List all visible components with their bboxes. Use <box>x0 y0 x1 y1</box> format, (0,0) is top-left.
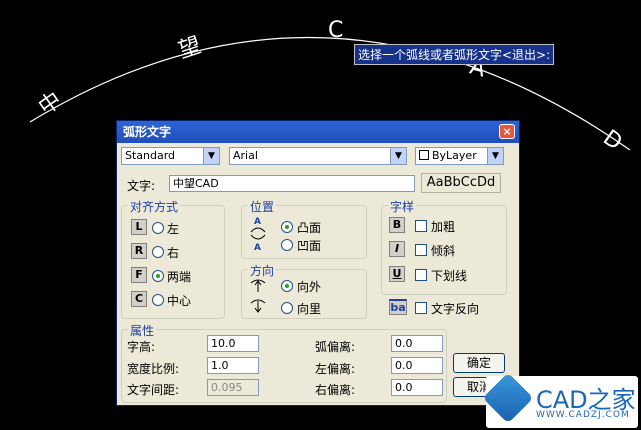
reverse-text-checkbox[interactable] <box>415 302 427 314</box>
chevron-down-icon[interactable]: ▼ <box>203 148 219 164</box>
concave-icon: A <box>250 234 266 251</box>
color-swatch-icon <box>419 150 429 160</box>
right-offset-label: 右偏离: <box>315 383 356 397</box>
left-offset-label: 左偏离: <box>315 362 356 376</box>
font-preview: AaBbCcDd <box>421 173 501 193</box>
cadzj-logo-icon <box>482 372 534 424</box>
convex-label: 凸面 <box>297 221 322 235</box>
cadzj-watermark: CAD之家 WWW.CADZJ.COM <box>482 372 638 428</box>
concave-label: 凹面 <box>297 239 322 253</box>
left-offset-input[interactable]: 0.0 <box>391 357 443 374</box>
ok-button[interactable]: 确定 <box>453 353 505 373</box>
width-ratio-input[interactable]: 1.0 <box>207 357 259 374</box>
text-height-input[interactable]: 10.0 <box>207 335 259 352</box>
arc-offset-label: 弧偏离: <box>315 340 356 354</box>
arc-text-dialog: 弧形文字 × Standard ▼ Arial ▼ ByLayer ▼ 文字: … <box>116 120 520 406</box>
convex-radio[interactable] <box>281 221 293 233</box>
text-label: 文字: <box>127 179 156 193</box>
text-height-label: 字高: <box>127 340 156 354</box>
arc-offset-input[interactable]: 0.0 <box>391 335 443 352</box>
outward-label: 向外 <box>297 280 322 294</box>
bold-label: 加粗 <box>431 220 456 234</box>
right-offset-input[interactable]: 0.0 <box>391 379 443 396</box>
align-left-radio[interactable] <box>152 222 164 234</box>
color-combo[interactable]: ByLayer ▼ <box>415 147 504 165</box>
font-style-group-title: 字样 <box>388 198 417 215</box>
position-group-title: 位置 <box>248 198 277 215</box>
align-group-title: 对齐方式 <box>128 198 181 215</box>
font-value: Arial <box>233 149 258 162</box>
align-center-label: 中心 <box>167 294 192 308</box>
align-left-label: 左 <box>167 222 180 236</box>
font-combo[interactable]: Arial ▼ <box>229 147 407 165</box>
svg-text:A: A <box>254 217 261 227</box>
dialog-titlebar[interactable]: 弧形文字 × <box>117 121 519 143</box>
command-prompt-tooltip: 选择一个弧线或者弧形文字<退出>: <box>354 44 555 65</box>
svg-text:A: A <box>254 243 261 251</box>
width-ratio-label: 宽度比例: <box>127 362 180 376</box>
inward-label: 向里 <box>297 302 322 316</box>
outward-icon <box>250 279 266 292</box>
inward-radio[interactable] <box>281 302 293 314</box>
align-fit-radio[interactable] <box>152 270 164 282</box>
align-center-icon: C <box>131 291 147 307</box>
align-fit-label: 两端 <box>167 270 192 284</box>
italic-icon: I <box>389 241 405 257</box>
text-style-combo[interactable]: Standard ▼ <box>121 147 220 165</box>
watermark-url: WWW.CADZJ.COM <box>536 410 630 420</box>
concave-radio[interactable] <box>281 239 293 251</box>
convex-icon: A <box>250 217 266 233</box>
align-fit-icon: F <box>131 267 147 283</box>
align-right-icon: R <box>131 243 147 259</box>
reverse-text-icon: ba <box>389 299 407 315</box>
underline-checkbox[interactable] <box>415 269 427 281</box>
align-center-radio[interactable] <box>152 294 164 306</box>
bold-icon: B <box>389 217 405 233</box>
dialog-title: 弧形文字 <box>123 125 172 139</box>
underline-icon: U <box>389 266 405 282</box>
color-value: ByLayer <box>432 149 477 162</box>
spacing-input: 0.095 <box>207 379 259 396</box>
arc-char-3: C <box>328 18 344 43</box>
reverse-text-label: 文字反向 <box>431 302 480 316</box>
underline-label: 下划线 <box>431 269 468 283</box>
chevron-down-icon[interactable]: ▼ <box>390 148 406 164</box>
italic-label: 倾斜 <box>431 244 456 258</box>
inward-icon <box>250 299 266 313</box>
align-right-label: 右 <box>167 246 180 260</box>
italic-checkbox[interactable] <box>415 244 427 256</box>
align-left-icon: L <box>131 219 147 235</box>
align-right-radio[interactable] <box>152 246 164 258</box>
text-style-value: Standard <box>125 149 176 162</box>
properties-group-title: 属性 <box>128 322 157 339</box>
text-input[interactable]: 中望CAD <box>169 175 415 192</box>
outward-radio[interactable] <box>281 280 293 292</box>
close-button[interactable]: × <box>499 124 515 139</box>
bold-checkbox[interactable] <box>415 220 427 232</box>
chevron-down-icon[interactable]: ▼ <box>487 148 503 164</box>
spacing-label: 文字间距: <box>127 383 180 397</box>
